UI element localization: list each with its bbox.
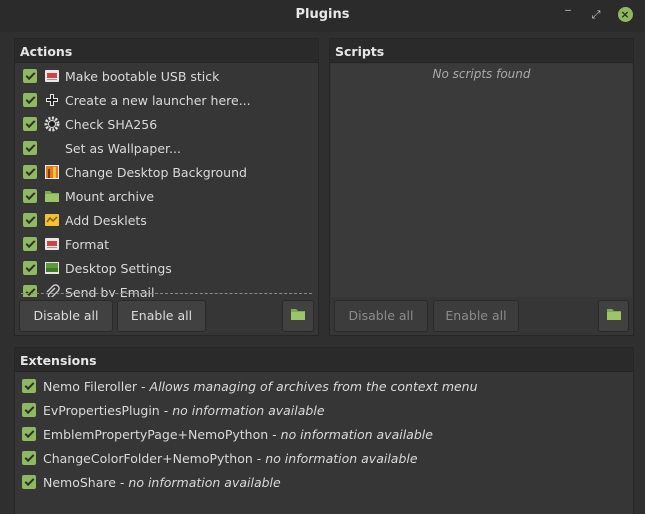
action-item-wallpaper[interactable]: Set as Wallpaper... <box>16 136 317 160</box>
actions-open-folder-button[interactable] <box>282 300 314 332</box>
extension-item[interactable]: Nemo Fileroller - Allows managing of arc… <box>15 374 633 398</box>
extensions-list[interactable]: Nemo Fileroller - Allows managing of arc… <box>15 372 633 494</box>
action-item-launcher[interactable]: Create a new launcher here... <box>16 88 317 112</box>
action-label: Check SHA256 <box>65 116 158 132</box>
close-icon: × <box>617 7 633 22</box>
scripts-disable-all-button[interactable]: Disable all <box>334 300 428 332</box>
plus-icon <box>44 92 60 108</box>
drop-indicator <box>21 293 312 294</box>
extensions-panel: Extensions Nemo Fileroller - Allows mana… <box>14 347 634 514</box>
folder-icon <box>290 302 306 332</box>
actions-list[interactable]: Make bootable USB stick Create a new lau… <box>16 64 317 297</box>
folder-icon <box>44 188 60 204</box>
checkbox[interactable] <box>22 403 36 417</box>
blank-icon <box>44 140 60 156</box>
extensions-header: Extensions <box>15 348 633 372</box>
actions-header: Actions <box>15 39 318 63</box>
desktop-settings-icon <box>44 260 60 276</box>
action-item-email[interactable]: Send by Email <box>16 280 317 297</box>
action-item-background[interactable]: Change Desktop Background <box>16 160 317 184</box>
action-label: Mount archive <box>65 188 155 204</box>
checkbox[interactable] <box>22 379 36 393</box>
checkbox[interactable] <box>23 189 37 203</box>
checkbox[interactable] <box>23 213 37 227</box>
extension-name: Nemo Fileroller <box>43 378 138 394</box>
minimize-icon: ‾ <box>565 8 571 21</box>
extension-separator: - <box>115 474 129 490</box>
desktop-background-icon <box>44 164 60 180</box>
checkbox[interactable] <box>23 165 37 179</box>
maximize-button[interactable]: ⤢ <box>586 6 606 24</box>
extension-description: no information available <box>280 426 433 442</box>
extension-item[interactable]: NemoShare - no information available <box>15 470 633 494</box>
actions-panel: Actions Make bootable USB stick Create a… <box>14 38 319 336</box>
extension-separator: - <box>159 402 173 418</box>
action-item-desklets[interactable]: Add Desklets <box>16 208 317 232</box>
extension-separator: - <box>252 450 266 466</box>
checkbox[interactable] <box>23 93 37 107</box>
action-label: Format <box>65 236 110 252</box>
extension-separator: - <box>268 426 281 442</box>
action-label: Add Desklets <box>65 212 147 228</box>
action-item-sha256[interactable]: Check SHA256 <box>16 112 317 136</box>
extension-separator: - <box>137 378 150 394</box>
action-label: Set as Wallpaper... <box>65 140 181 156</box>
checkbox[interactable] <box>23 117 37 131</box>
checkbox[interactable] <box>23 285 37 297</box>
scripts-button-row: Disable all Enable all <box>334 300 629 332</box>
action-label: Make bootable USB stick <box>65 68 220 84</box>
folder-icon <box>606 302 622 332</box>
action-label: Desktop Settings <box>65 260 172 276</box>
close-button[interactable]: × <box>615 6 635 24</box>
checkbox[interactable] <box>23 141 37 155</box>
usb-stick-icon <box>44 236 60 252</box>
actions-button-row: Disable all Enable all <box>19 300 314 332</box>
checkbox[interactable] <box>22 427 36 441</box>
title-bar: Plugins ‾ ⤢ × <box>0 0 645 32</box>
extension-description: no information available <box>128 474 281 490</box>
action-label: Change Desktop Background <box>65 164 247 180</box>
action-item-desktop-settings[interactable]: Desktop Settings <box>16 256 317 280</box>
paperclip-icon <box>44 284 60 297</box>
usb-stick-icon <box>44 68 60 84</box>
checkbox[interactable] <box>23 261 37 275</box>
extension-item[interactable]: ChangeColorFolder+NemoPython - no inform… <box>15 446 633 470</box>
window-title: Plugins <box>295 7 350 22</box>
maximize-icon: ⤢ <box>591 8 601 21</box>
desklet-icon <box>44 212 60 228</box>
action-item-mount[interactable]: Mount archive <box>16 184 317 208</box>
extension-name: EvPropertiesPlugin <box>43 402 160 418</box>
extension-item[interactable]: EvPropertiesPlugin - no information avai… <box>15 398 633 422</box>
scripts-enable-all-button[interactable]: Enable all <box>433 300 519 332</box>
action-label: Create a new launcher here... <box>65 92 251 108</box>
checkbox[interactable] <box>23 237 37 251</box>
extension-description: Allows managing of archives from the con… <box>149 378 478 394</box>
actions-disable-all-button[interactable]: Disable all <box>19 300 113 332</box>
checkbox[interactable] <box>23 69 37 83</box>
extension-description: no information available <box>172 402 325 418</box>
action-label: Send by Email <box>65 284 155 298</box>
scripts-header: Scripts <box>330 39 633 63</box>
extension-name: EmblemPropertyPage+NemoPython <box>43 426 269 442</box>
action-item-usb[interactable]: Make bootable USB stick <box>16 64 317 88</box>
checkbox[interactable] <box>22 451 36 465</box>
scripts-list[interactable]: No scripts found <box>331 64 632 297</box>
scripts-panel: Scripts No scripts found Disable all Ena… <box>329 38 634 336</box>
extension-item[interactable]: EmblemPropertyPage+NemoPython - no infor… <box>15 422 633 446</box>
action-item-format[interactable]: Format <box>16 232 317 256</box>
minimize-button[interactable]: ‾ <box>558 6 578 24</box>
no-scripts-message: No scripts found <box>432 67 531 81</box>
extension-name: ChangeColorFolder+NemoPython <box>43 450 253 466</box>
extension-description: no information available <box>265 450 418 466</box>
extension-name: NemoShare <box>43 474 116 490</box>
actions-enable-all-button[interactable]: Enable all <box>117 300 206 332</box>
checkbox[interactable] <box>22 475 36 489</box>
gear-icon <box>44 116 60 132</box>
scripts-open-folder-button[interactable] <box>598 300 629 332</box>
